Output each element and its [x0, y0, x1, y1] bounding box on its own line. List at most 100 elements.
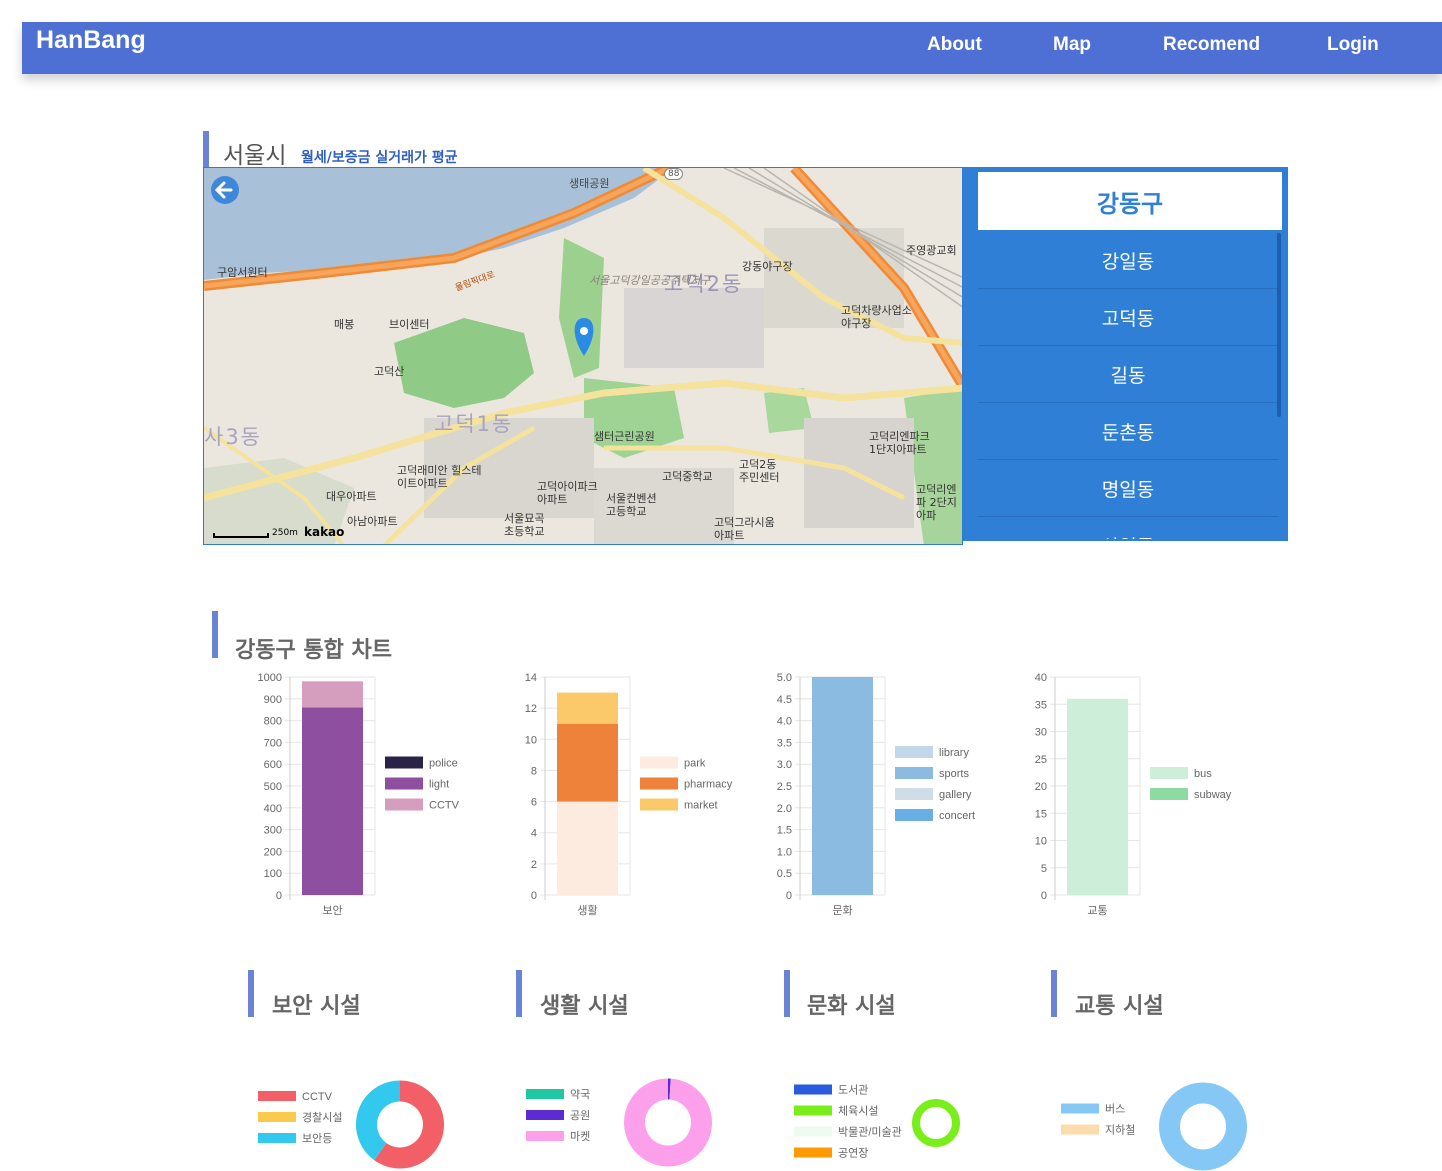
y-tick-label: 0: [1041, 890, 1047, 902]
legend-label: library: [939, 747, 969, 759]
map-place-label: 강동야구장: [742, 260, 793, 273]
culture-facility-title: 문화 시설: [807, 994, 896, 1019]
legend-label: pharmacy: [684, 779, 733, 791]
kakao-map[interactable]: 고덕2동 고덕1동 사3동 생태공원 강동야구장 구암서원터 매봉 브이센터 고…: [203, 167, 963, 545]
map-place-label: 서울컨벤션 고등학교: [606, 492, 657, 518]
map-place-label: 샘터근린공원: [594, 430, 655, 443]
legend-swatch: [1061, 1124, 1099, 1135]
legend-label: 보안등: [302, 1132, 332, 1145]
legend-label: 체육시설: [838, 1105, 878, 1118]
y-tick-label: 20: [1035, 781, 1047, 793]
dong-item-gil[interactable]: 길동: [978, 346, 1278, 403]
map-place-label: 서울고덕강일공공주택지구: [589, 274, 711, 287]
dong-list-scrollbar[interactable]: [1277, 233, 1281, 417]
map-place-label: 고덕차량사업소 야구장: [841, 304, 912, 330]
map-district-label: 사3동: [204, 425, 263, 449]
map-place-label: 고덕산: [374, 365, 405, 378]
dong-item-godeok[interactable]: 고덕동: [978, 289, 1278, 346]
map-place-label: 고덕중학교: [662, 470, 713, 483]
legend-label: 버스: [1105, 1103, 1125, 1116]
top-navbar: HanBang About Map Recomend Login: [22, 22, 1442, 74]
legend-label: 박물관/미술관: [838, 1126, 902, 1139]
living-donut-chart: 약국공원마켓: [526, 1078, 712, 1167]
map-place-label: 고덕리엔파크 1단지아파트: [869, 430, 930, 456]
dong-item-gangil[interactable]: 강일동: [978, 232, 1278, 289]
legend-label: gallery: [939, 789, 972, 801]
y-tick-label: 15: [1035, 808, 1047, 820]
map-subtitle: 월세/보증금 실거래가 평균: [301, 150, 458, 166]
legend-swatch: [526, 1131, 564, 1141]
y-tick-label: 800: [264, 716, 282, 728]
legend-swatch: [1061, 1103, 1099, 1114]
map-place-label: 매봉: [334, 318, 355, 331]
city-title: 서울시: [223, 143, 287, 169]
bar-segment-light: [302, 707, 363, 895]
nav-recommend-link[interactable]: Recomend: [1163, 34, 1260, 56]
legend-swatch: [640, 777, 678, 790]
legend-label: bus: [1194, 768, 1212, 780]
bar-segment-park: [557, 801, 618, 895]
legend-swatch: [794, 1105, 832, 1116]
dong-item-sangil[interactable]: 상일동: [978, 517, 1278, 540]
selected-gu-title: 강동구: [978, 172, 1282, 230]
map-scale-label: 250m: [272, 528, 298, 538]
y-tick-label: 300: [264, 825, 282, 837]
map-place-label: 아남아파트: [347, 515, 398, 528]
y-tick-label: 0: [276, 890, 282, 902]
legend-swatch: [895, 746, 933, 758]
y-tick-label: 500: [264, 781, 282, 793]
y-tick-label: 900: [264, 694, 282, 706]
y-tick-label: 4.5: [777, 694, 792, 706]
legend-swatch: [1150, 767, 1188, 779]
nav-login-link[interactable]: Login: [1327, 34, 1379, 56]
map-district-label: 고덕1동: [434, 412, 514, 436]
legend-swatch: [258, 1112, 296, 1122]
legend-label: 도서관: [838, 1084, 868, 1097]
dong-item-dunchon[interactable]: 둔촌동: [978, 403, 1278, 460]
legend-label: light: [429, 779, 449, 791]
y-tick-label: 5: [1041, 863, 1047, 875]
living-facility-title: 생활 시설: [540, 994, 629, 1019]
back-arrow-icon[interactable]: [210, 175, 240, 205]
legend-label: 마켓: [570, 1130, 590, 1143]
y-tick-label: 35: [1035, 699, 1047, 711]
map-place-label: 주영광교회: [906, 244, 957, 257]
y-tick-label: 100: [264, 868, 282, 880]
map-place-label: 대우아파트: [326, 490, 377, 503]
dong-item-myeongil[interactable]: 명일동: [978, 460, 1278, 517]
legend-swatch: [258, 1091, 296, 1101]
map-place-label: 고덕리엔파 2단지아파: [916, 483, 957, 522]
y-tick-label: 0: [531, 890, 537, 902]
security-bar-chart: 0 100 200 300 400 500 600 700 800 900 1000 보안 police…: [258, 672, 460, 917]
y-tick-label: 0.5: [777, 868, 792, 880]
section-accent-bar: [248, 970, 254, 1017]
y-tick-label: 40: [1035, 672, 1047, 684]
legend-label: 공연장: [838, 1147, 868, 1160]
legend-swatch: [895, 788, 933, 800]
culture-donut-chart: 도서관체육시설박물관/미술관공연장: [794, 1084, 960, 1160]
y-tick-label: 4: [531, 828, 537, 840]
legend-label: market: [684, 800, 718, 812]
nav-map-link[interactable]: Map: [1053, 34, 1091, 56]
security-donut-chart: CCTV 경찰시설보안등: [258, 1080, 444, 1169]
section-accent-bar: [203, 131, 209, 167]
map-place-label: 고덕아이파크 아파트: [537, 480, 598, 506]
legend-swatch: [1150, 788, 1188, 800]
brand-logo[interactable]: HanBang: [36, 26, 146, 55]
section-accent-bar: [784, 970, 790, 1017]
integrated-chart-title: 강동구 통합 차트: [235, 638, 392, 663]
legend-swatch: [640, 798, 678, 811]
bar-segment-bus: [1067, 698, 1128, 895]
section-accent-bar: [516, 970, 522, 1017]
y-tick-label: 2.0: [777, 803, 792, 815]
map-road-label: 88: [664, 168, 684, 180]
section-accent-bar: [1051, 970, 1057, 1017]
transport-facility-title: 교통 시설: [1075, 994, 1164, 1019]
y-tick-label: 700: [264, 737, 282, 749]
nav-about-link[interactable]: About: [927, 34, 982, 56]
map-place-label: 서울묘곡 초등학교: [504, 512, 545, 538]
y-tick-label: 4.0: [777, 716, 792, 728]
y-tick-label: 10: [1035, 836, 1047, 848]
dong-list-panel: 강동구 강일동 고덕동 길동 둔촌동 명일동 상일동: [963, 167, 1288, 541]
legend-swatch: [385, 756, 423, 769]
